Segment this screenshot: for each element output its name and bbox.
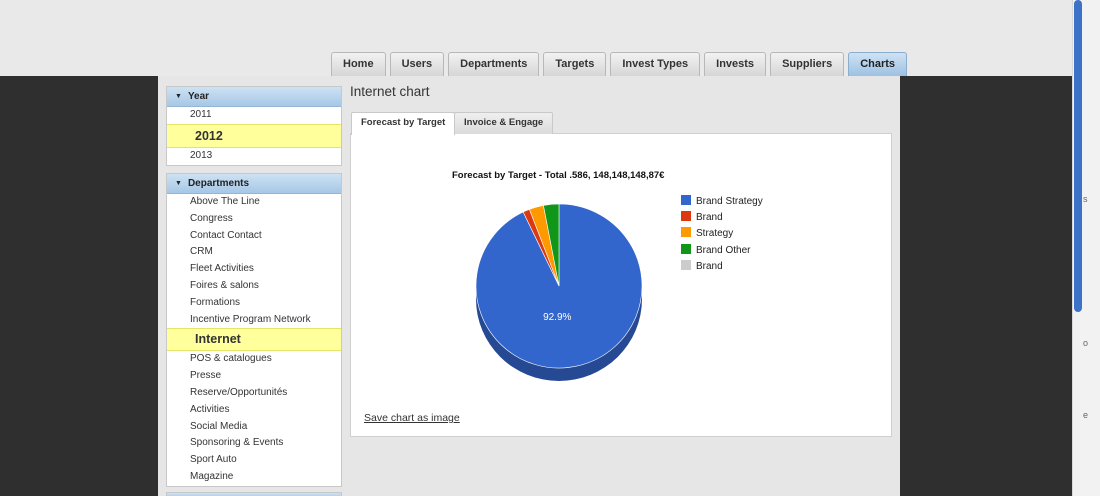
edge-mark: s <box>1083 194 1088 204</box>
department-item[interactable]: Magazine <box>167 469 341 486</box>
next-filter-box <box>166 492 342 496</box>
legend-swatch <box>681 227 691 238</box>
legend-swatch <box>681 195 691 205</box>
legend-label: Strategy <box>696 228 734 240</box>
main-nav: Home Users Departments Targets Invest Ty… <box>331 52 908 76</box>
caret-down-icon: ▼ <box>175 93 182 100</box>
legend-item: Brand <box>681 210 763 226</box>
nav-tab-charts[interactable]: Charts <box>848 52 908 76</box>
legend-swatch <box>681 211 691 222</box>
department-item[interactable]: Sport Auto <box>167 452 341 469</box>
chart-legend: Brand Strategy Brand Strategy Brand Other Br… <box>681 194 763 275</box>
department-item[interactable]: POS & catalogues <box>167 351 341 368</box>
department-item[interactable]: Presse <box>167 368 341 385</box>
departments-filter-header[interactable]: ▼ Departments <box>167 174 341 194</box>
year-filter-box: ▼ Year 2011 2012 2013 <box>166 86 342 166</box>
legend-item: Brand Strategy <box>681 194 763 210</box>
department-item[interactable]: Reserve/Opportunités <box>167 385 341 402</box>
page-title: Internet chart <box>350 84 430 99</box>
nav-tab-home[interactable]: Home <box>331 52 386 76</box>
year-filter-header[interactable]: ▼ Year <box>167 87 341 107</box>
save-chart-link[interactable]: Save chart as image <box>364 412 460 424</box>
department-item[interactable]: Contact Contact <box>167 228 341 245</box>
nav-tab-suppliers[interactable]: Suppliers <box>770 52 845 76</box>
legend-label: Brand Other <box>696 244 751 256</box>
department-item[interactable]: Congress <box>167 211 341 228</box>
department-item[interactable]: CRM <box>167 244 341 261</box>
legend-label: Brand <box>696 212 723 224</box>
department-item[interactable]: Above The Line <box>167 194 341 211</box>
legend-item: Strategy <box>681 226 763 242</box>
department-item[interactable]: Sponsoring & Events <box>167 435 341 452</box>
department-item[interactable]: Fleet Activities <box>167 261 341 278</box>
year-filter-title: Year <box>187 91 210 102</box>
nav-tab-invests[interactable]: Invests <box>704 52 767 76</box>
nav-tab-invest-types[interactable]: Invest Types <box>610 52 701 76</box>
caret-down-icon: ▼ <box>175 180 182 187</box>
legend-swatch <box>681 259 691 270</box>
edge-mark: o <box>1083 338 1089 348</box>
year-item-2011[interactable]: 2011 <box>167 107 341 124</box>
department-item[interactable]: Social Media <box>167 419 341 436</box>
nav-tab-users[interactable]: Users <box>389 52 445 76</box>
departments-filter-box: ▼ Departments Above The Line Congress Con… <box>166 173 342 487</box>
department-item[interactable]: Formations <box>167 295 341 312</box>
department-item[interactable]: Activities <box>167 402 341 419</box>
chart-title: Forecast by Target - Total .586, 148,148… <box>452 170 665 181</box>
nav-tab-targets[interactable]: Targets <box>543 52 607 76</box>
department-item[interactable]: Incentive Program Network <box>167 312 341 329</box>
year-item-2013[interactable]: 2013 <box>167 148 341 165</box>
vertical-scrollbar-thumb[interactable] <box>1074 0 1082 312</box>
tab-forecast-by-target[interactable]: Forecast by Target <box>351 112 456 135</box>
legend-item: Brand <box>681 259 763 275</box>
legend-label: Brand <box>696 260 723 272</box>
year-item-2012[interactable]: 2012 <box>167 123 341 148</box>
legend-item: Brand Other <box>681 243 763 259</box>
departments-filter-title: Departments <box>187 178 250 189</box>
edge-mark: e <box>1083 410 1089 420</box>
legend-swatch <box>681 243 691 254</box>
tab-invoice-engage[interactable]: Invoice & Engage <box>454 112 554 134</box>
nav-tab-departments[interactable]: Departments <box>448 52 540 76</box>
department-item[interactable]: Foires & salons <box>167 278 341 295</box>
department-item-selected[interactable]: Internet <box>167 328 341 352</box>
legend-label: Brand Strategy <box>696 196 763 207</box>
